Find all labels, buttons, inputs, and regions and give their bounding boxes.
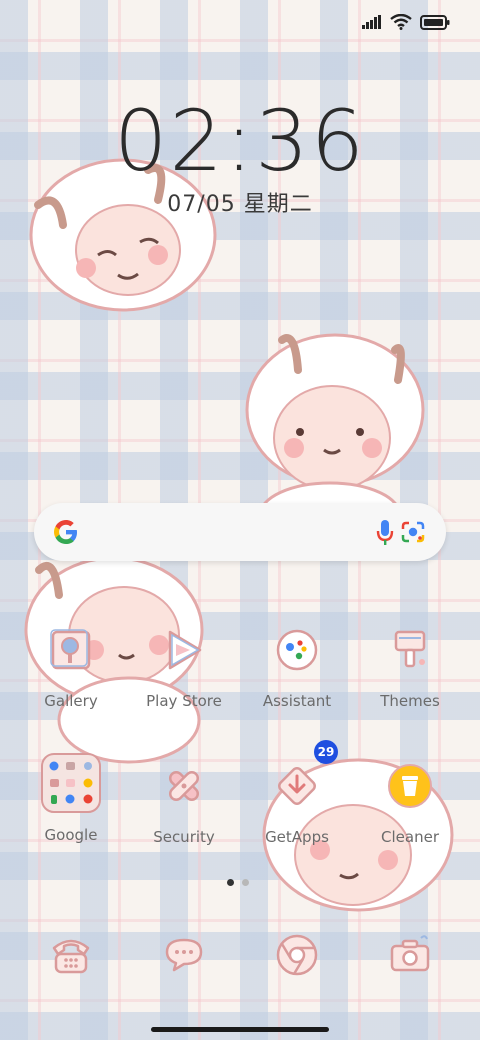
- app-label: Themes: [380, 692, 440, 710]
- dock-chrome[interactable]: [242, 930, 352, 980]
- cleaner-icon: [388, 764, 432, 808]
- dock-messages[interactable]: [129, 930, 239, 980]
- google-logo: [54, 520, 77, 544]
- notification-badge: 29: [314, 740, 338, 764]
- page-dot[interactable]: [242, 879, 249, 886]
- app-security[interactable]: Security: [129, 760, 239, 846]
- app-label: Security: [153, 828, 215, 846]
- phone-icon: [52, 939, 90, 974]
- app-label: Assistant: [262, 692, 332, 710]
- mic-icon[interactable]: [376, 519, 394, 547]
- themes-icon: [394, 630, 426, 668]
- app-assistant[interactable]: Assistant: [242, 624, 352, 710]
- app-getapps[interactable]: GetApps: [242, 760, 352, 846]
- getapps-icon: [278, 767, 316, 805]
- wifi-icon: [390, 14, 412, 30]
- home-indicator[interactable]: [151, 1027, 329, 1032]
- app-label: Play Store: [146, 692, 222, 710]
- dock-phone[interactable]: [16, 930, 126, 980]
- assistant-icon: [276, 629, 318, 671]
- camera-icon: [390, 935, 430, 972]
- app-label: Cleaner: [381, 828, 439, 846]
- google-folder-icon: [41, 753, 101, 813]
- clock-time[interactable]: 02:36: [0, 92, 480, 190]
- app-play-store[interactable]: Play Store: [129, 624, 239, 710]
- clock-date[interactable]: 07/05 星期二: [0, 186, 480, 218]
- dock-camera[interactable]: [355, 930, 465, 980]
- app-cleaner[interactable]: Cleaner: [355, 760, 465, 846]
- app-themes[interactable]: Themes: [355, 624, 465, 710]
- google-search-bar[interactable]: [34, 503, 446, 561]
- play-store-icon: [168, 630, 202, 670]
- app-gallery[interactable]: Gallery: [16, 624, 126, 710]
- lens-icon[interactable]: [400, 520, 426, 544]
- messages-icon: [165, 938, 203, 972]
- folder-google[interactable]: Google: [16, 752, 126, 844]
- chrome-icon: [276, 934, 318, 976]
- app-label: GetApps: [265, 828, 329, 846]
- app-label: Gallery: [44, 692, 98, 710]
- app-label: Google: [44, 826, 98, 844]
- page-indicator[interactable]: [227, 879, 249, 886]
- status-bar: [362, 14, 450, 30]
- signal-icon: [362, 15, 381, 29]
- gallery-icon: [50, 629, 91, 670]
- page-dot-active[interactable]: [227, 879, 234, 886]
- battery-icon: [420, 14, 450, 30]
- security-icon: [168, 770, 200, 802]
